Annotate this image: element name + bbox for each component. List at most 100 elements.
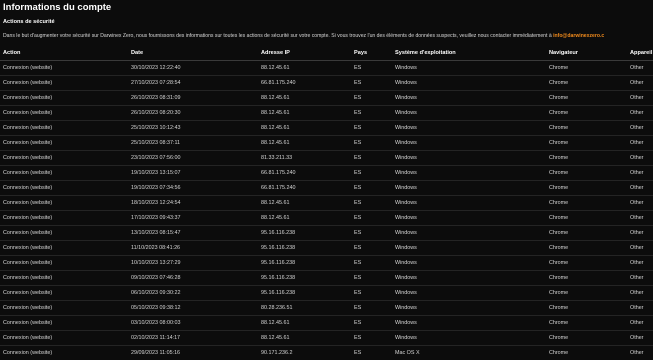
cell-date: 06/10/2023 09:30:22 <box>128 285 258 301</box>
table-row: Connexion (website) 19/10/2023 07:34:56 66… <box>0 180 653 196</box>
cell-device: Other <box>627 210 653 226</box>
cell-date: 13/10/2023 08:15:47 <box>128 225 258 241</box>
cell-device: Other <box>627 255 653 271</box>
cell-country: ES <box>351 285 392 301</box>
cell-browser: Chrome <box>546 255 627 271</box>
cell-country: ES <box>351 255 392 271</box>
cell-action: Connexion (website) <box>0 300 128 316</box>
cell-action: Connexion (website) <box>0 150 128 166</box>
cell-country: ES <box>351 165 392 181</box>
cell-country: ES <box>351 90 392 106</box>
cell-browser: Chrome <box>546 315 627 331</box>
table-row: Connexion (website) 23/10/2023 07:56:00 81… <box>0 150 653 166</box>
cell-ip: 88.12.45.61 <box>258 315 351 331</box>
cell-device: Other <box>627 270 653 286</box>
description-text: Dans le but d'augmenter votre sécurité s… <box>3 33 554 39</box>
cell-date: 25/10/2023 10:12:43 <box>128 120 258 136</box>
contact-email-link[interactable]: info@darwinexzero.c <box>553 33 604 39</box>
table-row: Connexion (website) 27/10/2023 07:28:54 66… <box>0 75 653 91</box>
cell-date: 03/10/2023 08:00:03 <box>128 315 258 331</box>
cell-browser: Chrome <box>546 195 627 211</box>
cell-os: Windows <box>392 120 546 136</box>
table-row: Connexion (website) 03/10/2023 08:00:03 88… <box>0 315 653 331</box>
cell-country: ES <box>351 105 392 121</box>
cell-device: Other <box>627 165 653 181</box>
table-row: Connexion (website) 11/10/2023 08:41:26 95… <box>0 240 653 256</box>
cell-date: 19/10/2023 13:15:07 <box>128 165 258 181</box>
section-title: Actions de sécurité <box>3 19 55 25</box>
cell-ip: 88.12.45.61 <box>258 120 351 136</box>
cell-date: 09/10/2023 07:46:28 <box>128 270 258 286</box>
cell-ip: 80.28.236.51 <box>258 300 351 316</box>
cell-ip: 81.33.211.33 <box>258 150 351 166</box>
cell-ip: 88.12.45.61 <box>258 210 351 226</box>
column-header-ip: Adresse IP <box>258 46 351 61</box>
cell-country: ES <box>351 345 392 360</box>
cell-country: ES <box>351 60 392 76</box>
cell-device: Other <box>627 120 653 136</box>
table-row: Connexion (website) 26/10/2023 08:20:30 88… <box>0 105 653 121</box>
cell-device: Other <box>627 180 653 196</box>
table-row: Connexion (website) 30/10/2023 12:22:40 88… <box>0 60 653 76</box>
table-row: Connexion (website) 17/10/2023 09:43:37 88… <box>0 210 653 226</box>
cell-os: Mac OS X <box>392 345 546 360</box>
cell-device: Other <box>627 105 653 121</box>
cell-device: Other <box>627 150 653 166</box>
cell-os: Windows <box>392 195 546 211</box>
table-row: Connexion (website) 02/10/2023 11:14:17 88… <box>0 330 653 346</box>
column-header-date: Date <box>128 46 258 61</box>
cell-browser: Chrome <box>546 285 627 301</box>
cell-action: Connexion (website) <box>0 135 128 151</box>
table-row: Connexion (website) 06/10/2023 09:30:22 95… <box>0 285 653 301</box>
cell-browser: Chrome <box>546 270 627 286</box>
cell-country: ES <box>351 225 392 241</box>
cell-date: 27/10/2023 07:28:54 <box>128 75 258 91</box>
cell-action: Connexion (website) <box>0 240 128 256</box>
cell-date: 23/10/2023 07:56:00 <box>128 150 258 166</box>
table-row: Connexion (website) 29/09/2023 11:05:16 90… <box>0 345 653 360</box>
cell-action: Connexion (website) <box>0 225 128 241</box>
cell-device: Other <box>627 195 653 211</box>
security-description: Dans le but d'augmenter votre sécurité s… <box>3 33 604 39</box>
cell-country: ES <box>351 135 392 151</box>
security-actions-table: Action Date Adresse IP Pays Système d'ex… <box>0 46 653 360</box>
cell-action: Connexion (website) <box>0 195 128 211</box>
cell-action: Connexion (website) <box>0 90 128 106</box>
cell-country: ES <box>351 315 392 331</box>
cell-action: Connexion (website) <box>0 255 128 271</box>
cell-os: Windows <box>392 330 546 346</box>
cell-device: Other <box>627 285 653 301</box>
cell-device: Other <box>627 330 653 346</box>
cell-os: Windows <box>392 315 546 331</box>
cell-action: Connexion (website) <box>0 75 128 91</box>
table-row: Connexion (website) 26/10/2023 08:31:09 88… <box>0 90 653 106</box>
cell-os: Windows <box>392 105 546 121</box>
column-header-country: Pays <box>351 46 392 61</box>
cell-os: Windows <box>392 90 546 106</box>
cell-date: 29/09/2023 11:05:16 <box>128 345 258 360</box>
cell-os: Windows <box>392 225 546 241</box>
cell-browser: Chrome <box>546 210 627 226</box>
column-header-os: Système d'exploitation <box>392 46 546 61</box>
cell-device: Other <box>627 300 653 316</box>
cell-ip: 88.12.45.61 <box>258 195 351 211</box>
cell-os: Windows <box>392 150 546 166</box>
cell-action: Connexion (website) <box>0 60 128 76</box>
cell-ip: 66.81.175.240 <box>258 180 351 196</box>
cell-action: Connexion (website) <box>0 315 128 331</box>
cell-browser: Chrome <box>546 225 627 241</box>
cell-browser: Chrome <box>546 150 627 166</box>
cell-country: ES <box>351 240 392 256</box>
cell-country: ES <box>351 210 392 226</box>
cell-action: Connexion (website) <box>0 165 128 181</box>
cell-country: ES <box>351 300 392 316</box>
table-row: Connexion (website) 25/10/2023 08:37:11 88… <box>0 135 653 151</box>
table-row: Connexion (website) 10/10/2023 13:27:29 95… <box>0 255 653 271</box>
cell-device: Other <box>627 135 653 151</box>
cell-ip: 95.16.116.238 <box>258 240 351 256</box>
cell-browser: Chrome <box>546 120 627 136</box>
cell-ip: 66.81.175.240 <box>258 165 351 181</box>
cell-os: Windows <box>392 135 546 151</box>
cell-device: Other <box>627 345 653 360</box>
cell-action: Connexion (website) <box>0 105 128 121</box>
